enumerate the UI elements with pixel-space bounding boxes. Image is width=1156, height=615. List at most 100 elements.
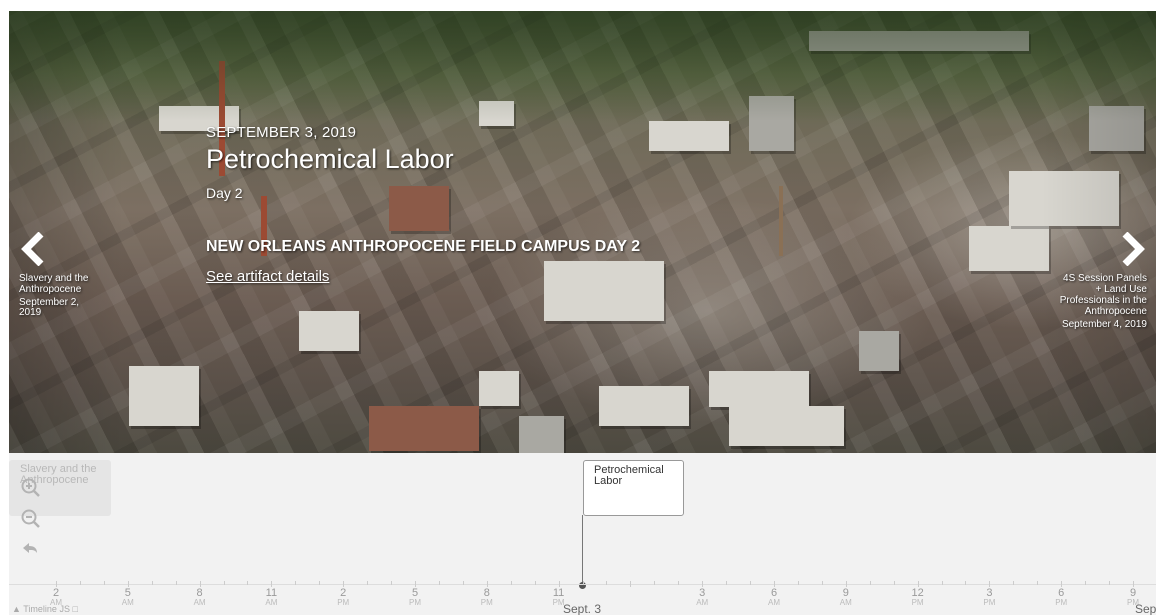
tick-hour: 12: [911, 587, 924, 599]
tick-minor-mark: [1085, 581, 1087, 585]
slide-body: NEW ORLEANS ANTHROPOCENE FIELD CAMPUS DA…: [206, 238, 640, 286]
tick-minor-mark: [223, 581, 225, 585]
tick-minor-mark: [175, 581, 177, 585]
slide-date: SEPTEMBER 3, 2019: [206, 124, 357, 141]
tick-minor-mark: [319, 581, 321, 585]
tick-minor-mark: [797, 581, 799, 585]
timelinejs-logo-icon: ▲: [12, 604, 21, 614]
tick-hour: 8: [196, 587, 203, 599]
tick-minor-mark: [534, 581, 536, 585]
tick-label: 8 AM: [185, 587, 215, 608]
tick-hour: 6: [1058, 587, 1065, 599]
tick-minor-mark: [726, 581, 728, 585]
tick-minor-mark: [965, 581, 967, 585]
tick-minor-mark: [606, 581, 608, 585]
tick-minor-mark: [247, 581, 249, 585]
tick-meridiem: PM: [1055, 598, 1068, 607]
building-shape: [129, 366, 199, 426]
tick-minor-mark: [869, 581, 871, 585]
slide-headline: NEW ORLEANS ANTHROPOCENE FIELD CAMPUS DA…: [206, 238, 641, 255]
building-shape: [599, 386, 689, 426]
tick-label: 3 PM: [974, 587, 1004, 608]
zoom-in-icon[interactable]: [20, 477, 42, 499]
next-slide-date: September 4, 2019: [1061, 319, 1147, 330]
slide-title: Petrochemical Labor: [206, 144, 454, 174]
tick-meridiem: PM: [409, 598, 421, 607]
tick-minor-mark: [582, 581, 584, 585]
building-shape: [649, 121, 729, 151]
chimney-shape: [779, 186, 783, 256]
external-link-icon: □: [72, 604, 78, 614]
building-shape: [1009, 171, 1119, 226]
tick-label: 11 AM: [256, 587, 286, 608]
zoom-out-icon[interactable]: [20, 508, 42, 530]
back-to-start-icon[interactable]: [20, 539, 42, 561]
tick-label: 6 AM: [759, 587, 789, 608]
tick-label: 5 PM: [400, 587, 430, 608]
tick-hour: 6: [770, 587, 778, 599]
building-shape: [479, 371, 519, 406]
building-shape: [519, 416, 564, 453]
tick-minor-mark: [941, 581, 943, 585]
tick-meridiem: PM: [911, 598, 924, 607]
tick-label: 5 AM: [113, 588, 143, 608]
chevron-left-icon: [19, 231, 99, 271]
chevron-right-icon: [1057, 231, 1147, 271]
tick-meridiem: AM: [839, 598, 852, 607]
timeline-marker-active[interactable]: Petrochemical Labor: [583, 460, 684, 516]
timeline-navigator[interactable]: Slavery and the Anthropocene Petrochemic…: [9, 453, 1156, 615]
building-shape: [809, 31, 1029, 51]
tick-minor-mark: [1013, 581, 1015, 585]
slide-heading-group: SEPTEMBER 3, 2019 Petrochemical Labor Da…: [206, 124, 454, 201]
active-marker-line: [582, 515, 583, 587]
tick-minor-mark: [103, 581, 105, 585]
tick-meridiem: PM: [480, 598, 493, 607]
next-slide-button[interactable]: 4S Session Panels + Land Use Professiona…: [1057, 231, 1147, 330]
building-shape: [369, 406, 479, 451]
tick-meridiem: PM: [983, 598, 996, 607]
tick-minor-mark: [391, 581, 393, 585]
tick-hour: 8: [483, 587, 490, 599]
tick-hour: 9: [1129, 587, 1137, 599]
tick-minor-mark: [1037, 581, 1039, 585]
tick-hour: 2: [52, 587, 60, 599]
tick-mark: [630, 581, 632, 587]
tick-minor-mark: [462, 581, 464, 585]
tick-hour: 2: [340, 587, 347, 599]
tick-hour: 11: [265, 587, 278, 599]
building-shape: [729, 406, 844, 446]
artifact-details-link[interactable]: See artifact details: [206, 268, 329, 285]
tick-hour: 5: [411, 587, 419, 599]
tick-hour: 9: [842, 587, 849, 599]
tick-hour: 3: [986, 587, 993, 599]
previous-slide-button[interactable]: Slavery and the Anthropocene September 2…: [19, 231, 99, 318]
tick-minor-mark: [821, 581, 823, 585]
tick-minor-mark: [151, 581, 153, 585]
tick-label: 3 AM: [687, 587, 717, 608]
tick-minor-mark: [79, 581, 81, 585]
timelinejs-attribution[interactable]: ▲ Timeline JS □: [12, 604, 78, 614]
tick-meridiem: AM: [768, 598, 780, 607]
tick-minor-mark: [750, 581, 752, 585]
tick-minor-mark: [893, 581, 895, 585]
tick-hour: 3: [699, 587, 706, 599]
building-shape: [709, 371, 809, 407]
tick-minor-mark: [438, 581, 440, 585]
tick-label: 12 PM: [903, 587, 933, 608]
tick-minor-mark: [510, 581, 512, 585]
building-shape: [299, 311, 359, 351]
tick-meridiem: AM: [121, 598, 134, 607]
tick-minor-mark: [295, 581, 297, 585]
building-shape: [479, 101, 514, 126]
tick-meridiem: AM: [265, 598, 278, 607]
tick-meridiem: AM: [193, 598, 206, 607]
tick-label: 9 AM: [831, 587, 861, 608]
building-shape: [1089, 106, 1144, 151]
building-shape: [969, 226, 1049, 271]
slide-background-image: [9, 11, 1156, 453]
tick-minor-mark: [654, 581, 656, 585]
day-label-next: Sep: [1135, 602, 1156, 615]
tick-label: 8 PM: [472, 587, 502, 608]
day-label-sept-3: Sept. 3: [563, 602, 602, 615]
tick-meridiem: PM: [337, 598, 350, 607]
